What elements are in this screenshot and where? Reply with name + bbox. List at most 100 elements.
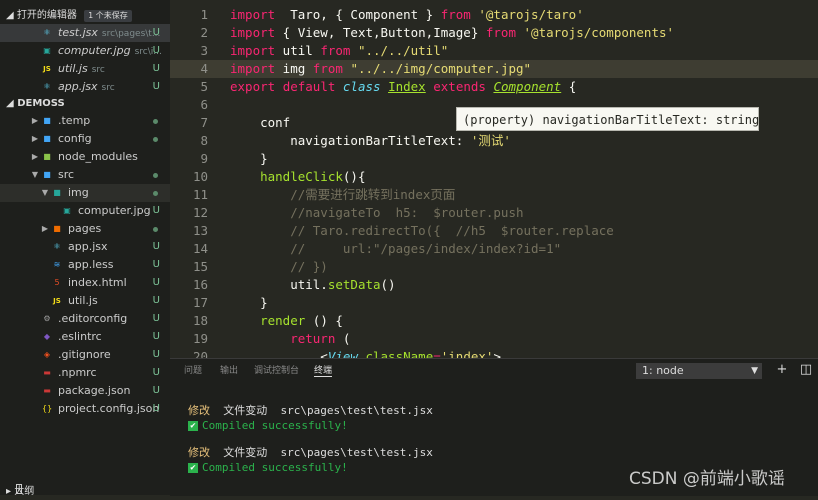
file-row[interactable]: ⚛ app.jsx src U <box>0 78 170 96</box>
html-icon: 5 <box>54 278 60 287</box>
change-label: 文件变动 <box>223 446 268 459</box>
code-line: 1 import Taro, { Component } from '@taroj… <box>170 6 818 24</box>
tab-problems[interactable]: 问题 <box>184 363 202 376</box>
file-name: img <box>68 184 89 202</box>
file-name: computer.jpg src\i... <box>58 42 162 61</box>
add-terminal-button[interactable]: + <box>774 362 790 378</box>
changed-file: src\pages\test\test.jsx <box>280 404 433 417</box>
code-line: 5 export default class Index extends Comp… <box>170 78 818 96</box>
action-label: 修改 <box>188 404 210 417</box>
js-icon: JS <box>43 65 51 73</box>
untracked-status: U <box>152 205 160 216</box>
project-header[interactable]: ◢ DEMOSS <box>0 96 65 112</box>
code-token: } <box>230 151 268 166</box>
code-token: handleClick <box>230 169 343 184</box>
code-editor[interactable]: 1 import Taro, { Component } from '@taroj… <box>170 0 818 358</box>
terminal-select-value: 1: node <box>642 364 684 377</box>
untracked-status: U <box>152 367 160 378</box>
line-text: import img from "../../img/computer.jpg" <box>230 60 531 78</box>
file-row[interactable]: ▣ computer.jpg src\i... U <box>0 42 170 60</box>
file-row[interactable]: ▶ ■ pages <box>0 220 170 238</box>
file-row[interactable]: JS util.js src U <box>0 60 170 78</box>
file-name-text: config <box>58 132 92 145</box>
file-name-text: src <box>58 168 75 181</box>
untracked-status: U <box>152 403 160 414</box>
unsaved-badge: 1 个未保存 <box>84 10 132 22</box>
file-row[interactable]: 5 index.html U <box>0 274 170 292</box>
file-name: util.js <box>68 292 98 310</box>
file-row[interactable]: ▬ package.json U <box>0 382 170 400</box>
code-token: Taro, { Component } <box>275 7 441 22</box>
file-name: app.less <box>68 256 114 274</box>
line-text: return ( <box>230 330 350 348</box>
file-name-text: .eslintrc <box>58 330 102 343</box>
line-text: } <box>230 150 268 168</box>
compile-status: Compiled successfully! <box>202 419 348 432</box>
file-row[interactable]: ≋ app.less U <box>0 256 170 274</box>
tab-output[interactable]: 输出 <box>220 363 238 376</box>
code-token: import <box>230 25 276 40</box>
file-row[interactable]: ▣ computer.jpg U <box>0 202 170 220</box>
line-number: 9 <box>200 151 208 166</box>
file-row[interactable]: ▶ ■ config <box>0 130 170 148</box>
file-name: .editorconfig <box>58 310 127 328</box>
tab-debug-console[interactable]: 调试控制台 <box>254 363 299 376</box>
line-number: 5 <box>200 79 208 94</box>
code-line: 17 } <box>170 294 818 312</box>
open-editors-header[interactable]: ◢ 打开的编辑器 1 个未保存 <box>0 8 132 24</box>
folder-icon: ■ <box>53 188 61 197</box>
code-line: 15 // }) <box>170 258 818 276</box>
file-name-text: project.config.json <box>58 402 160 415</box>
code-token: import <box>230 61 276 76</box>
file-row[interactable]: JS util.js U <box>0 292 170 310</box>
file-tree: ▶ ■ .temp ▶ ■ config ▶ ■ node_modules ▼ ■ src ▼ ■ img ▣… <box>0 112 170 418</box>
folder-icon: ■ <box>43 152 51 161</box>
file-row[interactable]: ⚛ test.jsx src\pages\t... U <box>0 24 170 42</box>
file-row[interactable]: ▶ ■ node_modules <box>0 148 170 166</box>
line-number: 18 <box>192 313 208 328</box>
code-token: { <box>561 79 577 94</box>
file-row[interactable]: ⚙ .editorconfig U <box>0 310 170 328</box>
code-line: 10 handleClick(){ <box>170 168 818 186</box>
code-line: 14 // url:"/pages/index/index?id=1" <box>170 240 818 258</box>
code-token: // url:"/pages/index/index?id=1" <box>230 241 562 256</box>
changed-file: src\pages\test\test.jsx <box>280 446 433 459</box>
file-path: src\pages\t... <box>101 29 161 39</box>
code-line: 19 return ( <box>170 330 818 348</box>
gear-icon: ⚙ <box>43 314 51 323</box>
file-row[interactable]: ▬ .npmrc U <box>0 364 170 382</box>
chevron-icon: ▶ <box>31 116 39 125</box>
file-row[interactable]: {} project.config.json U <box>0 400 170 418</box>
file-name-text: img <box>68 186 89 199</box>
change-label: 文件变动 <box>223 404 268 417</box>
image-icon: ▣ <box>63 206 71 215</box>
line-text: export default class Index extends Compo… <box>230 78 576 96</box>
tab-terminal[interactable]: 终端 <box>314 363 333 377</box>
code-token: setData <box>327 277 381 292</box>
line-number: 4 <box>200 61 208 76</box>
code-token: default <box>282 79 336 94</box>
file-row[interactable]: ▶ ■ .temp <box>0 112 170 130</box>
terminal-select[interactable]: 1: node ▼ <box>636 363 762 379</box>
file-row[interactable]: ◈ .gitignore U <box>0 346 170 364</box>
file-row[interactable]: ⚛ app.jsx U <box>0 238 170 256</box>
untracked-status: U <box>152 385 160 396</box>
code-token: Component <box>493 79 562 94</box>
modified-dot-icon <box>153 137 158 142</box>
file-row[interactable]: ▼ ■ src <box>0 166 170 184</box>
file-row[interactable]: ◆ .eslintrc U <box>0 328 170 346</box>
line-number: 11 <box>192 187 208 202</box>
code-token: from <box>485 25 516 40</box>
untracked-status: U <box>152 241 160 252</box>
file-name: test.jsx src\pages\t... <box>58 24 160 43</box>
terminal-line: 修改 文件变动 src\pages\test\test.jsx <box>188 445 433 460</box>
line-number: 7 <box>200 115 208 130</box>
file-row[interactable]: ▼ ■ img <box>0 184 170 202</box>
split-terminal-button[interactable]: ◫ <box>798 362 814 378</box>
modified-dot-icon <box>153 119 158 124</box>
file-name: computer.jpg <box>78 202 151 220</box>
file-name-text: .editorconfig <box>58 312 128 325</box>
file-name-text: .npmrc <box>58 366 97 379</box>
